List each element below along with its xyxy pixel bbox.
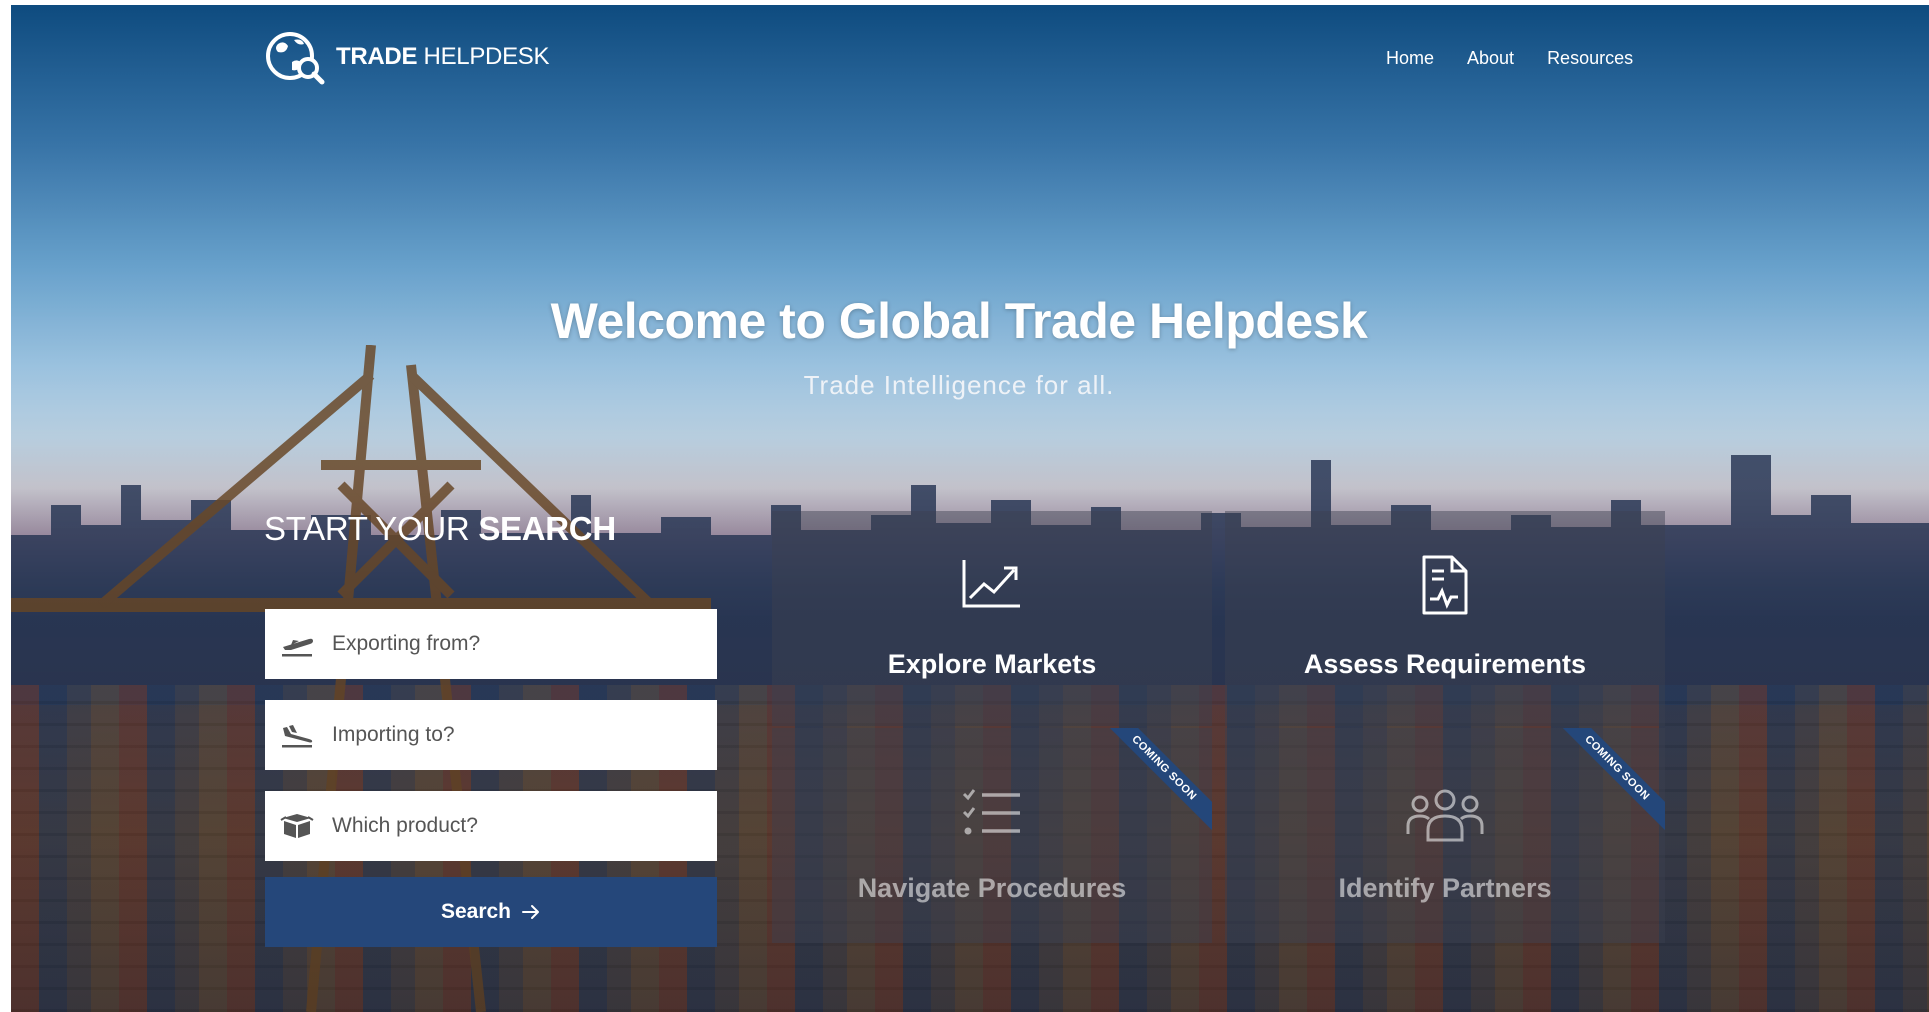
trend-chart-icon: [772, 556, 1212, 612]
nav-home-link[interactable]: Home: [1386, 48, 1434, 69]
importing-to-field[interactable]: [265, 700, 717, 770]
exporting-from-input[interactable]: [330, 631, 694, 657]
tile-explore-markets[interactable]: Explore Markets: [772, 511, 1212, 726]
page-subtitle: Trade Intelligence for all.: [803, 370, 1115, 400]
arrow-right-icon: [522, 905, 540, 919]
tile-assess-requirements[interactable]: Assess Requirements: [1225, 511, 1665, 726]
tile-label: Navigate Procedures: [857, 873, 1127, 903]
plane-takeoff-icon: [279, 629, 315, 659]
tile-label: Assess Requirements: [1303, 649, 1587, 679]
people-group-icon: [1225, 786, 1665, 842]
package-icon: [279, 811, 315, 841]
page-title: Welcome to Global Trade Helpdesk: [550, 293, 1368, 349]
site-logo[interactable]: TRADE HELPDESK: [264, 28, 550, 86]
nav-about-link[interactable]: About: [1467, 48, 1514, 69]
top-nav: Home About Resources: [1386, 48, 1633, 69]
document-icon: [1225, 553, 1665, 617]
plane-landing-icon: [279, 720, 315, 750]
tile-label: Explore Markets: [887, 649, 1097, 679]
search-button[interactable]: Search: [265, 877, 717, 947]
nav-resources-link[interactable]: Resources: [1547, 48, 1633, 69]
search-heading: START YOUR SEARCH: [264, 510, 616, 547]
tile-navigate-procedures[interactable]: COMING SOON Navigate Procedures: [772, 728, 1212, 943]
tile-identify-partners[interactable]: COMING SOON Identify Partners: [1225, 728, 1665, 943]
brand-name: TRADE HELPDESK: [336, 43, 550, 70]
search-button-label: Search: [440, 900, 512, 923]
importing-to-input[interactable]: [330, 722, 694, 748]
product-field[interactable]: [265, 791, 717, 861]
globe-search-icon: [266, 32, 325, 85]
exporting-from-field[interactable]: [265, 609, 717, 679]
checklist-icon: [772, 786, 1212, 838]
tile-label: Identify Partners: [1338, 873, 1552, 903]
product-input[interactable]: [330, 813, 694, 839]
